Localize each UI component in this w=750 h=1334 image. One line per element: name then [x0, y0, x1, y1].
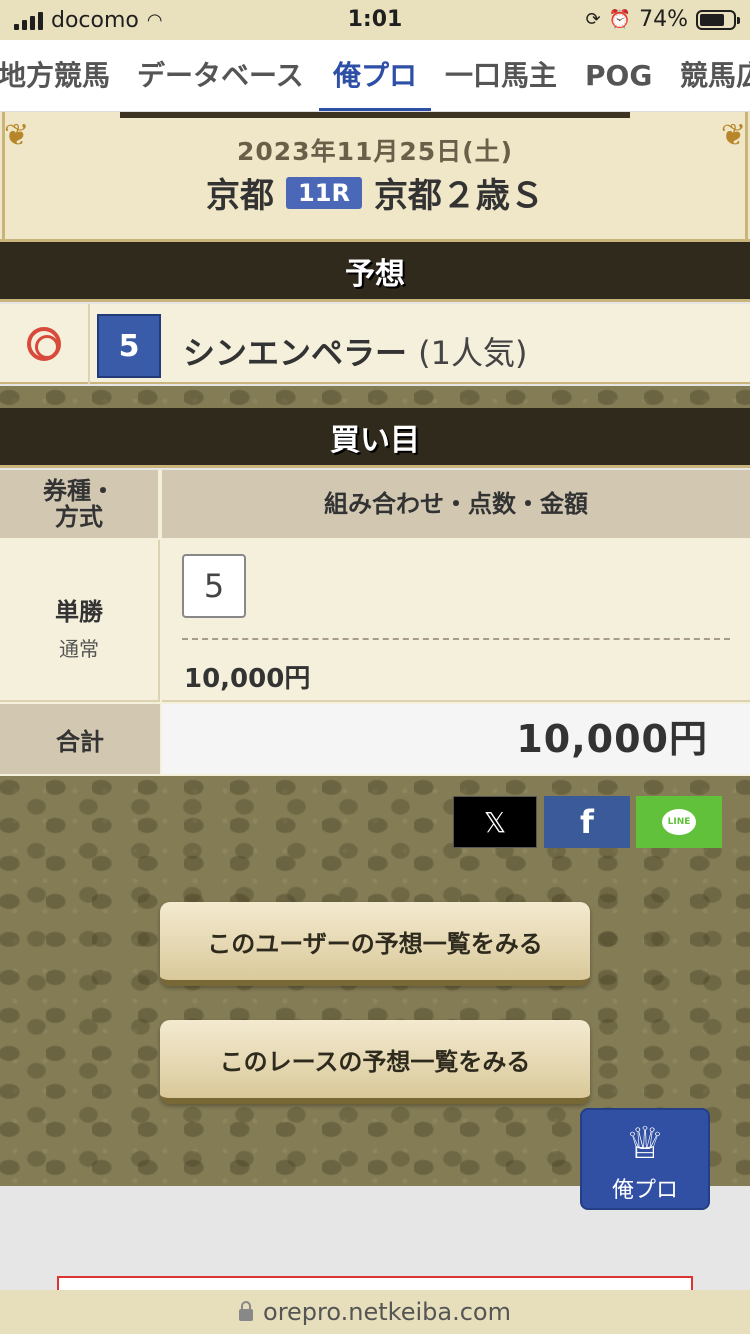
header-topline: [120, 112, 630, 118]
prediction-section-header: 予想: [0, 242, 750, 302]
tab-database[interactable]: データベース: [137, 40, 304, 110]
bet-combo-cell: 5 10,000円: [162, 540, 750, 702]
battery-percent: 74%: [639, 7, 688, 32]
tab-hitokuchi[interactable]: 一口馬主: [445, 40, 557, 110]
x-logo-icon: 𝕏: [483, 805, 507, 839]
total-label: 合計: [0, 704, 160, 774]
prediction-row: 5 シンエンペラー (1人気): [0, 304, 750, 384]
share-x-button[interactable]: 𝕏: [453, 796, 537, 848]
total-amount: 10,000円: [162, 704, 750, 774]
rotation-lock-icon: ⟳: [585, 9, 601, 30]
bets-section-title: 買い目: [330, 422, 420, 458]
bets-section-header: 買い目: [0, 408, 750, 468]
alarm-icon: ⏰: [608, 9, 632, 30]
battery-icon: [696, 9, 740, 30]
bets-header-combo: 組み合わせ・点数・金額: [162, 470, 750, 538]
bets-table: 券種・方式 組み合わせ・点数・金額 単勝 通常 5 10,000円 合計 10,…: [0, 470, 750, 776]
bet-type: 単勝: [55, 598, 103, 626]
user-predictions-button[interactable]: このユーザーの予想一覧をみる: [160, 902, 590, 986]
race-predictions-button[interactable]: このレースの予想一覧をみる: [160, 1020, 590, 1104]
nav-tabs: 地方競馬 データベース 俺プロ 一口馬主 POG 競馬広: [0, 40, 750, 112]
facebook-logo-icon: f: [580, 803, 594, 841]
tab-keiba-hiroba[interactable]: 競馬広: [680, 40, 750, 110]
share-facebook-button[interactable]: f: [544, 796, 630, 848]
bet-selection-box: 5: [182, 554, 246, 618]
horse-popularity: (1人気): [418, 334, 528, 372]
race-date: 2023年11月25日(土): [236, 137, 513, 166]
lock-icon: [239, 1301, 254, 1321]
horse-number-badge: 5: [97, 314, 161, 378]
bets-header-type: 券種・方式: [0, 470, 160, 538]
tab-pog[interactable]: POG: [585, 40, 652, 110]
bet-type-cell: 単勝 通常: [0, 540, 160, 702]
dashed-divider: [182, 638, 730, 640]
share-line-button[interactable]: LINE: [636, 796, 722, 848]
orepro-floating-label: 俺プロ: [611, 1178, 678, 1203]
bet-amount: 10,000円: [184, 664, 311, 694]
race-title-line: 京都 11R 京都２歳Ｓ: [0, 168, 750, 217]
texture-divider: [0, 386, 750, 408]
bets-header-type-label: 券種・方式: [43, 477, 115, 531]
prediction-section-title: 予想: [345, 256, 405, 292]
url-bar[interactable]: orepro.netkeiba.com: [0, 1290, 750, 1334]
horse-name-line: シンエンペラー (1人気): [183, 328, 528, 374]
horse-name: シンエンペラー: [183, 334, 408, 372]
status-bar: docomo ◠ 1:01 ⟳ ⏰ 74%: [0, 0, 750, 40]
bet-method: 通常: [59, 637, 99, 661]
trophy-laurel-icon: ♕: [625, 1118, 665, 1169]
race-name: 京都２歳Ｓ: [373, 176, 544, 216]
race-venue: 京都: [206, 176, 275, 216]
tab-local-racing[interactable]: 地方競馬: [0, 40, 110, 110]
battery-fill: [700, 13, 724, 26]
line-logo-icon: LINE: [662, 809, 696, 835]
status-right: ⟳ ⏰ 74%: [585, 7, 740, 32]
race-round-badge: 11R: [286, 176, 362, 209]
url-text: orepro.netkeiba.com: [263, 1298, 511, 1326]
orepro-floating-button[interactable]: ♕ 俺プロ: [580, 1108, 710, 1210]
prediction-mark-cell: [0, 304, 90, 384]
race-header: ❦ ❦ 2023年11月25日(土) 京都 11R 京都２歳Ｓ: [0, 112, 750, 242]
tab-orepro[interactable]: 俺プロ: [318, 40, 432, 111]
double-circle-mark-icon: [27, 327, 61, 361]
